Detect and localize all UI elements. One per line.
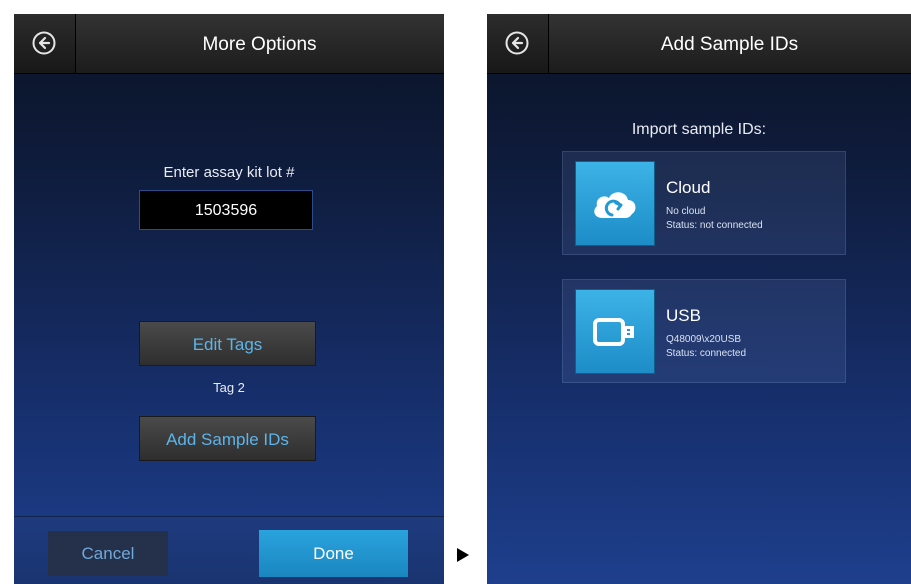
back-button[interactable] [14, 14, 76, 73]
cloud-upload-icon [594, 191, 636, 218]
usb-tile [575, 289, 655, 374]
usb-drive-icon [593, 317, 634, 346]
lot-label: Enter assay kit lot # [163, 164, 295, 181]
tag-label: Tag 2 [213, 380, 245, 395]
page-title: More Options [202, 34, 317, 55]
transition-arrow-icon [457, 548, 469, 562]
more-options-screen: More Options Enter assay kit lot # 15035… [14, 14, 444, 584]
cloud-subtitle: No cloud [666, 206, 706, 217]
cloud-title: Cloud [666, 178, 711, 197]
usb-status: Status: connected [666, 348, 747, 359]
edit-tags-button[interactable]: Edit Tags [139, 321, 316, 366]
top-bar: More Options [14, 14, 444, 74]
cloud-status: Status: not connected [666, 220, 763, 231]
cloud-import-option[interactable]: Cloud No cloud Status: not connected [562, 151, 846, 255]
usb-device-name: Q48009\x20USB [666, 334, 742, 345]
back-arrow-icon [32, 31, 56, 55]
top-bar: Add Sample IDs [487, 14, 911, 74]
add-sample-ids-screen: Add Sample IDs Import sample IDs: Cloud … [487, 14, 911, 584]
done-button[interactable]: Done [259, 530, 408, 577]
page-title: Add Sample IDs [660, 34, 799, 55]
add-sample-ids-button[interactable]: Add Sample IDs [139, 416, 316, 461]
back-button[interactable] [487, 14, 549, 73]
usb-title: USB [666, 306, 701, 325]
cloud-tile [575, 161, 655, 246]
cancel-button[interactable]: Cancel [48, 531, 168, 576]
usb-import-option[interactable]: USB Q48009\x20USB Status: connected [562, 279, 846, 383]
back-arrow-icon [505, 31, 529, 55]
lot-number-input[interactable]: 1503596 [139, 190, 313, 230]
import-label: Import sample IDs: [631, 121, 767, 138]
